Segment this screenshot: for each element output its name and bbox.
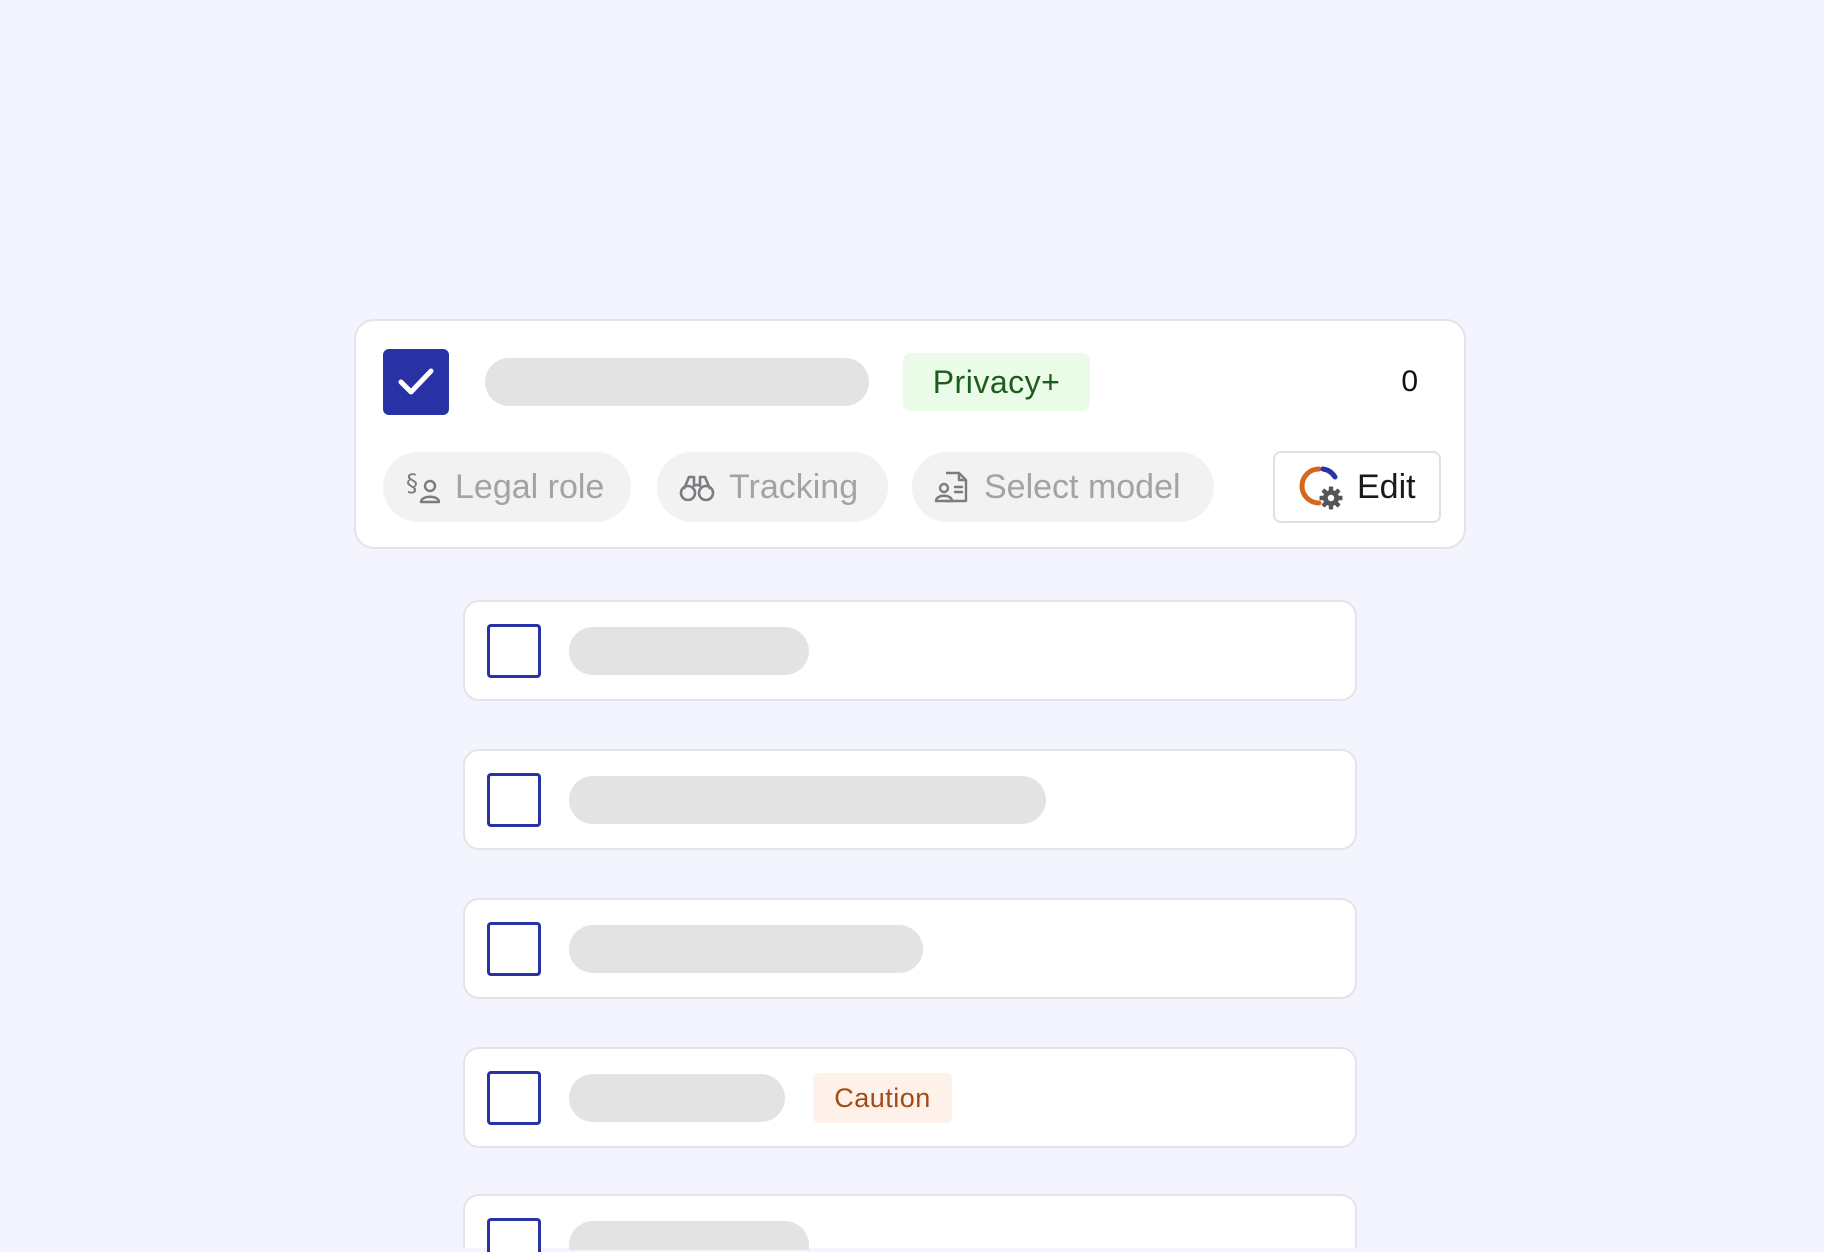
row-checkbox[interactable]: [487, 922, 541, 976]
selected-item-card: Privacy+ 0 § Legal role Tracking Select …: [354, 319, 1466, 549]
row-title-placeholder: [569, 925, 923, 973]
privacy-badge: Privacy+: [903, 353, 1090, 411]
legal-role-icon: §: [405, 469, 441, 505]
edit-label: Edit: [1357, 467, 1416, 506]
list-item: [463, 600, 1357, 701]
document-user-icon: [934, 469, 970, 505]
binoculars-icon: [679, 469, 715, 505]
row-checkbox[interactable]: [487, 624, 541, 678]
list-item: [463, 898, 1357, 999]
edit-button[interactable]: Edit: [1273, 451, 1441, 523]
row-title-placeholder: [569, 776, 1046, 824]
checkmark-icon: [398, 368, 434, 395]
settings-progress-icon: [1297, 463, 1345, 511]
title-placeholder: [485, 358, 869, 406]
tracking-label: Tracking: [729, 467, 859, 506]
privacy-badge-label: Privacy+: [932, 363, 1061, 400]
row-checkbox[interactable]: [487, 1218, 541, 1252]
row-title-placeholder: [569, 627, 809, 675]
row-checkbox[interactable]: [487, 773, 541, 827]
svg-text:§: §: [406, 469, 418, 497]
select-model-label: Select model: [984, 467, 1181, 506]
row-title-placeholder: [569, 1221, 809, 1250]
caution-badge: Caution: [813, 1073, 952, 1123]
row-checkbox[interactable]: [487, 1071, 541, 1125]
caution-badge-label: Caution: [834, 1082, 931, 1113]
legal-role-chip[interactable]: § Legal role: [383, 452, 631, 522]
list-item: Caution: [463, 1047, 1357, 1148]
row-title-placeholder: [569, 1074, 785, 1122]
selected-checkbox[interactable]: [383, 349, 449, 415]
list-item: [463, 749, 1357, 850]
tracking-chip[interactable]: Tracking: [657, 452, 888, 522]
select-model-chip[interactable]: Select model: [912, 452, 1214, 522]
item-count: 0: [1401, 365, 1418, 398]
list-item: [463, 1194, 1357, 1252]
legal-role-label: Legal role: [455, 467, 605, 506]
